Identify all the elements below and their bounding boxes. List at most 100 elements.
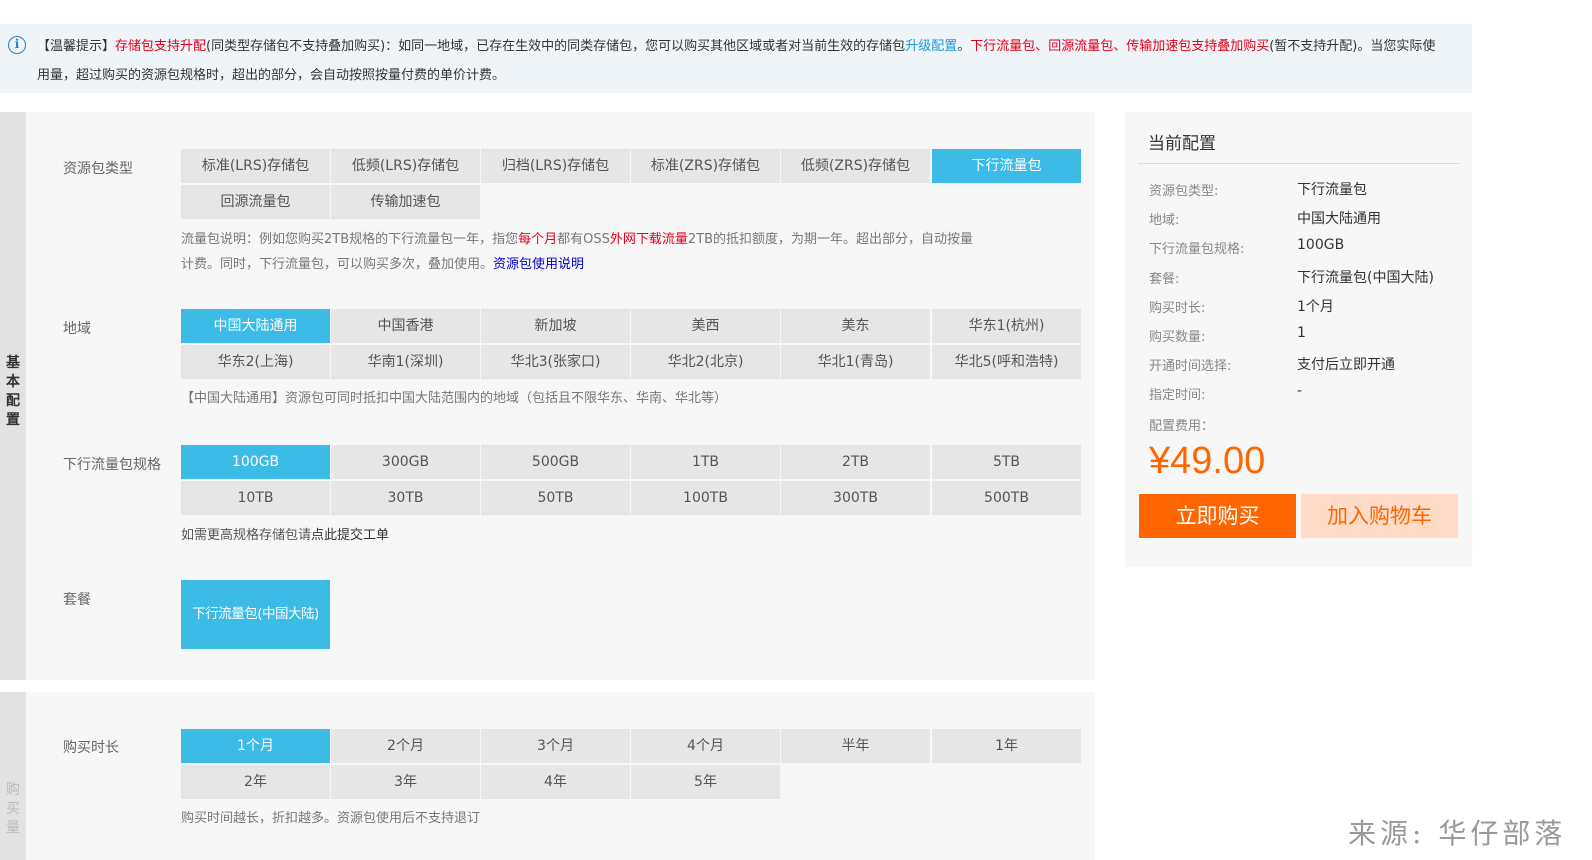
- summary-key: 地域:: [1149, 213, 1180, 228]
- duration-option[interactable]: 5年: [631, 765, 780, 799]
- region-option[interactable]: 华东1(杭州): [932, 309, 1081, 343]
- duration-option[interactable]: 2个月: [331, 729, 480, 763]
- summary-key: 开通时间选择:: [1149, 359, 1232, 374]
- side-char: 配: [6, 393, 20, 409]
- spec-option[interactable]: 500TB: [932, 481, 1081, 515]
- desc-text: 流量包说明：例如您购买2TB规格的下行流量包一年，指您: [181, 232, 519, 247]
- summary-key: 购买数量:: [1149, 330, 1206, 345]
- price-value: ¥49.00: [1149, 440, 1266, 482]
- summary-key: 资源包类型:: [1149, 184, 1219, 199]
- duration-option[interactable]: 1年: [932, 729, 1081, 763]
- spec-option[interactable]: 1TB: [631, 445, 780, 479]
- info-icon: i: [8, 36, 26, 54]
- fee-label: 配置费用：: [1149, 419, 1215, 434]
- notice-bar: i 【温馨提示】存储包支持升配(同类型存储包不支持叠加购买)：如同一地域，已存在…: [0, 24, 1472, 93]
- package-option[interactable]: 回源流量包: [181, 185, 330, 219]
- summary-title: 当前配置: [1148, 134, 1216, 154]
- summary-key: 套餐:: [1149, 272, 1180, 287]
- spec-option[interactable]: 2TB: [781, 445, 930, 479]
- duration-option[interactable]: 3个月: [481, 729, 630, 763]
- notice-stack-text: 下行流量包、回源流量包、传输加速包支持叠加购买: [970, 39, 1270, 54]
- duration-option[interactable]: 4年: [481, 765, 630, 799]
- summary-key: 购买时长:: [1149, 301, 1206, 316]
- duration-option-selected[interactable]: 1个月: [181, 729, 330, 763]
- region-option[interactable]: 华北2(北京): [631, 345, 780, 379]
- package-option[interactable]: 传输加速包: [331, 185, 480, 219]
- summary-value: 下行流量包: [1297, 182, 1367, 198]
- region-option[interactable]: 美东: [781, 309, 930, 343]
- desc-text: 计费。同时，下行流量包，可以购买多次，叠加使用。: [181, 257, 494, 272]
- region-label: 地域: [63, 321, 91, 337]
- add-to-cart-button[interactable]: 加入购物车: [1301, 494, 1458, 538]
- upgrade-config-link[interactable]: 升级配置: [905, 39, 957, 54]
- spec-option[interactable]: 500GB: [481, 445, 630, 479]
- region-option[interactable]: 美西: [631, 309, 780, 343]
- region-option[interactable]: 新加坡: [481, 309, 630, 343]
- region-option[interactable]: 华东2(上海): [181, 345, 330, 379]
- purchase-tab: 购 买 量: [0, 692, 26, 860]
- duration-option[interactable]: 3年: [331, 765, 480, 799]
- package-option[interactable]: 标准(ZRS)存储包: [631, 149, 780, 183]
- notice-text-2: 。: [957, 39, 971, 54]
- region-option[interactable]: 华北5(呼和浩特): [932, 345, 1081, 379]
- summary-value: 1个月: [1297, 299, 1334, 315]
- summary-key: 下行流量包规格:: [1149, 242, 1245, 257]
- purchase-section: 购 买 量 购买时长 1个月 2个月 3个月 4个月 半年 1年 2年 3年 4…: [0, 692, 1095, 860]
- current-config-panel: 当前配置 资源包类型: 下行流量包 地域: 中国大陆通用 下行流量包规格: 10…: [1125, 112, 1472, 567]
- basic-config-section: 基 本 配 置 资源包类型 标准(LRS)存储包 低频(LRS)存储包 归档(L…: [0, 112, 1095, 680]
- side-char: 量: [6, 820, 20, 836]
- region-option[interactable]: 华北3(张家口): [481, 345, 630, 379]
- package-option[interactable]: 低频(ZRS)存储包: [781, 149, 930, 183]
- buy-now-button[interactable]: 立即购买: [1139, 494, 1296, 538]
- region-option-selected[interactable]: 中国大陆通用: [181, 309, 330, 343]
- spec-hint-text: 如需更高规格存储包请: [181, 528, 312, 543]
- notice-upgrade-text: 存储包支持升配: [115, 39, 207, 54]
- summary-key: 指定时间:: [1149, 388, 1206, 403]
- side-char: 本: [6, 374, 20, 390]
- summary-value: 中国大陆通用: [1297, 211, 1381, 227]
- desc-highlight: 外网下载流量: [609, 232, 688, 247]
- summary-divider: [1138, 163, 1460, 164]
- spec-hint: 如需更高规格存储包请点此提交工单: [181, 523, 389, 548]
- desc-text: 都有OSS: [557, 232, 610, 247]
- side-char: 基: [6, 355, 20, 371]
- spec-option-selected[interactable]: 100GB: [181, 445, 330, 479]
- package-option-selected[interactable]: 下行流量包: [932, 149, 1081, 183]
- region-hint: 【中国大陆通用】资源包可同时抵扣中国大陆范围内的地域（包括且不限华东、华南、华北…: [181, 391, 728, 406]
- package-type-label: 资源包类型: [63, 161, 133, 177]
- region-option[interactable]: 华北1(青岛): [781, 345, 930, 379]
- spec-option[interactable]: 5TB: [932, 445, 1081, 479]
- side-char: 置: [6, 412, 20, 428]
- duration-option[interactable]: 半年: [781, 729, 930, 763]
- region-option[interactable]: 华南1(深圳): [331, 345, 480, 379]
- side-char: 购: [6, 782, 20, 798]
- duration-option[interactable]: 4个月: [631, 729, 780, 763]
- package-option[interactable]: 低频(LRS)存储包: [331, 149, 480, 183]
- duration-hint: 购买时间越长，折扣越多。资源包使用后不支持退订: [181, 811, 481, 826]
- package-description: 流量包说明：例如您购买2TB规格的下行流量包一年，指您每个月都有OSS外网下载流…: [181, 227, 1091, 277]
- summary-value: 支付后立即开通: [1297, 357, 1395, 373]
- plan-option-selected[interactable]: 下行流量包(中国大陆): [181, 580, 330, 649]
- side-char: 买: [6, 801, 20, 817]
- package-option[interactable]: 归档(LRS)存储包: [481, 149, 630, 183]
- spec-option[interactable]: 100TB: [631, 481, 780, 515]
- spec-option[interactable]: 300TB: [781, 481, 930, 515]
- submit-ticket-link[interactable]: 点此提交工单: [311, 528, 389, 543]
- spec-option[interactable]: 300GB: [331, 445, 480, 479]
- basic-config-tab: 基 本 配 置: [0, 112, 26, 680]
- spec-option[interactable]: 10TB: [181, 481, 330, 515]
- summary-value: 1: [1297, 325, 1306, 341]
- notice-tag: 【温馨提示】: [37, 39, 116, 54]
- summary-value: 下行流量包(中国大陆): [1297, 270, 1434, 286]
- region-option[interactable]: 中国香港: [331, 309, 480, 343]
- duration-option[interactable]: 2年: [181, 765, 330, 799]
- spec-option[interactable]: 30TB: [331, 481, 480, 515]
- summary-value: -: [1297, 383, 1303, 399]
- notice-text-1: (同类型存储包不支持叠加购买)：如同一地域，已存在生效中的同类存储包，您可以购买…: [206, 39, 906, 54]
- desc-text: 2TB的抵扣额度，为期一年。超出部分，自动按量: [687, 232, 974, 247]
- package-option[interactable]: 标准(LRS)存储包: [181, 149, 330, 183]
- watermark: 来源: 华仔部落: [1348, 817, 1567, 850]
- spec-label: 下行流量包规格: [63, 457, 161, 473]
- spec-option[interactable]: 50TB: [481, 481, 630, 515]
- usage-guide-link[interactable]: 资源包使用说明: [493, 257, 584, 272]
